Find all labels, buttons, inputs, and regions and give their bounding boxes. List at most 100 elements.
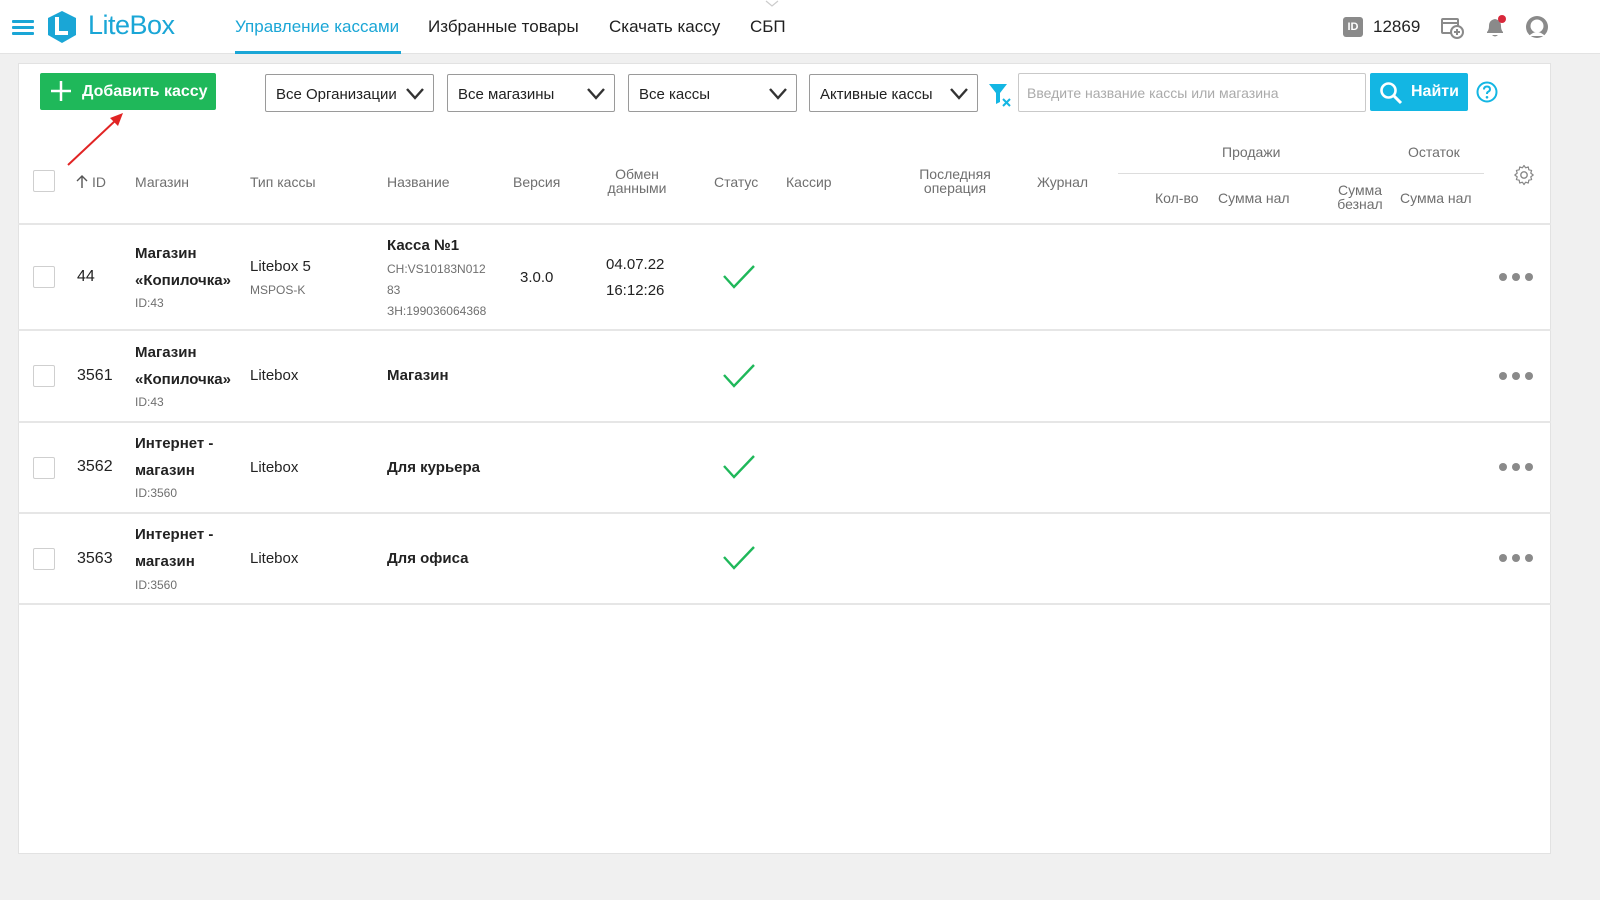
more-options-icon[interactable] xyxy=(1498,553,1534,563)
row-shop-line2: магазин xyxy=(135,462,195,479)
column-group-rest: Остаток xyxy=(1408,144,1460,160)
column-header-cashier[interactable]: Кассир xyxy=(786,174,832,190)
shops-select[interactable]: Все магазины xyxy=(447,74,615,112)
chevron-down-icon xyxy=(765,0,779,7)
bell-icon[interactable] xyxy=(1482,14,1508,40)
row-shop-line1: Интернет - xyxy=(135,435,214,452)
filter-clear-icon[interactable] xyxy=(988,82,1012,108)
organizations-select-value: Все Организации xyxy=(276,86,397,103)
row-divider xyxy=(18,603,1551,605)
row-name: Для курьера xyxy=(387,459,481,476)
column-header-type[interactable]: Тип кассы xyxy=(250,174,316,190)
row-serial-number: СН:VS10183N012 xyxy=(387,262,486,276)
organizations-select[interactable]: Все Организации xyxy=(265,74,434,112)
chevron-down-icon xyxy=(587,88,605,100)
nav-cash-management[interactable]: Управление кассами xyxy=(235,17,399,37)
row-checkbox[interactable] xyxy=(33,365,55,387)
nav-download-cashbox[interactable]: Скачать кассу xyxy=(609,17,720,37)
row-id: 3562 xyxy=(77,458,113,475)
status-check-icon xyxy=(723,546,755,570)
more-options-icon[interactable] xyxy=(1498,272,1534,282)
column-header-sum-noncash[interactable]: Сумма безнал xyxy=(1326,183,1394,211)
status-check-icon xyxy=(723,265,755,289)
row-id: 3563 xyxy=(77,550,113,567)
chevron-down-icon xyxy=(406,88,424,100)
litebox-logo-icon xyxy=(48,11,76,43)
row-shop-id: ID:3560 xyxy=(135,486,178,500)
column-header-shop[interactable]: Магазин xyxy=(135,174,189,190)
sort-arrow-up-icon[interactable] xyxy=(76,175,88,189)
plus-icon xyxy=(51,81,71,101)
gear-icon[interactable] xyxy=(1513,164,1535,186)
row-shop-line1: Магазин xyxy=(135,344,197,361)
help-icon[interactable] xyxy=(1476,81,1498,103)
row-checkbox[interactable] xyxy=(33,266,55,288)
nav-sbp[interactable]: СБП xyxy=(750,17,786,37)
search-input[interactable] xyxy=(1018,73,1366,112)
row-divider xyxy=(18,329,1551,331)
row-checkbox[interactable] xyxy=(33,548,55,570)
column-header-last-operation-line2: операция xyxy=(923,180,987,196)
column-header-exchange[interactable]: Обмен данными xyxy=(600,167,674,195)
id-badge: ID xyxy=(1343,17,1363,37)
row-checkbox[interactable] xyxy=(33,457,55,479)
column-header-version[interactable]: Версия xyxy=(513,174,560,190)
column-header-name[interactable]: Название xyxy=(387,174,450,190)
row-shop-line2: «Копилочка» xyxy=(135,371,231,388)
row-type-model: MSPOS-K xyxy=(250,283,306,297)
content-panel xyxy=(18,63,1551,854)
row-shop-id: ID:43 xyxy=(135,395,164,409)
column-header-rest-cash[interactable]: Сумма нал xyxy=(1400,190,1472,206)
row-serial-number-cont: 83 xyxy=(387,283,401,297)
row-exchange-date: 04.07.22 xyxy=(606,256,665,273)
status-check-icon xyxy=(723,364,755,388)
row-exchange-time: 16:12:26 xyxy=(606,282,665,299)
row-name: Для офиса xyxy=(387,550,469,567)
column-header-qty[interactable]: Кол-во xyxy=(1155,190,1199,206)
shops-select-value: Все магазины xyxy=(458,86,555,103)
column-header-sum-noncash-line2: безнал xyxy=(1337,196,1383,212)
user-icon[interactable] xyxy=(1524,14,1550,40)
row-id: 3561 xyxy=(77,367,113,384)
column-header-sum-cash[interactable]: Сумма нал xyxy=(1218,190,1290,206)
find-button[interactable]: Найти xyxy=(1370,73,1468,111)
menu-icon[interactable] xyxy=(12,20,34,36)
nav-favorite-products[interactable]: Избранные товары xyxy=(428,17,579,37)
column-header-status[interactable]: Статус xyxy=(714,174,758,190)
search-icon xyxy=(1380,82,1403,105)
row-name: Магазин xyxy=(387,367,449,384)
row-shop-line2: «Копилочка» xyxy=(135,272,231,289)
row-divider xyxy=(18,512,1551,514)
column-header-exchange-line1: Обмен xyxy=(615,166,659,182)
row-shop-line1: Магазин xyxy=(135,245,197,262)
find-button-label: Найти xyxy=(1411,83,1459,100)
more-options-icon[interactable] xyxy=(1498,371,1534,381)
row-divider xyxy=(18,421,1551,423)
row-type: Litebox xyxy=(250,550,299,567)
row-shop-line2: магазин xyxy=(135,553,195,570)
logo-text: LiteBox xyxy=(88,10,175,40)
column-header-id[interactable]: ID xyxy=(92,174,106,190)
chevron-down-icon xyxy=(769,88,787,100)
active-cashboxes-select-value: Активные кассы xyxy=(820,86,933,103)
active-cashboxes-select[interactable]: Активные кассы xyxy=(809,74,978,112)
cashboxes-select[interactable]: Все кассы xyxy=(628,74,797,112)
select-all-checkbox[interactable] xyxy=(33,170,55,192)
chevron-down-icon xyxy=(950,88,968,100)
column-header-last-operation[interactable]: Последняя операция xyxy=(910,167,1000,195)
column-group-sales: Продажи xyxy=(1222,144,1281,160)
row-type: Litebox xyxy=(250,459,299,476)
column-header-exchange-line2: данными xyxy=(607,180,667,196)
column-header-last-operation-line1: Последняя xyxy=(919,166,991,182)
header-group-divider xyxy=(1118,173,1484,174)
add-cashbox-button[interactable]: Добавить кассу xyxy=(40,73,216,110)
row-id: 44 xyxy=(77,268,95,285)
add-device-icon[interactable] xyxy=(1439,14,1465,40)
nav-active-indicator xyxy=(235,51,401,54)
status-check-icon xyxy=(723,455,755,479)
more-options-icon[interactable] xyxy=(1498,462,1534,472)
row-type: Litebox 5 xyxy=(250,258,311,275)
top-header: LiteBox Управление кассами Избранные тов… xyxy=(0,0,1600,54)
column-header-journal[interactable]: Журнал xyxy=(1037,174,1088,190)
row-type: Litebox xyxy=(250,367,299,384)
